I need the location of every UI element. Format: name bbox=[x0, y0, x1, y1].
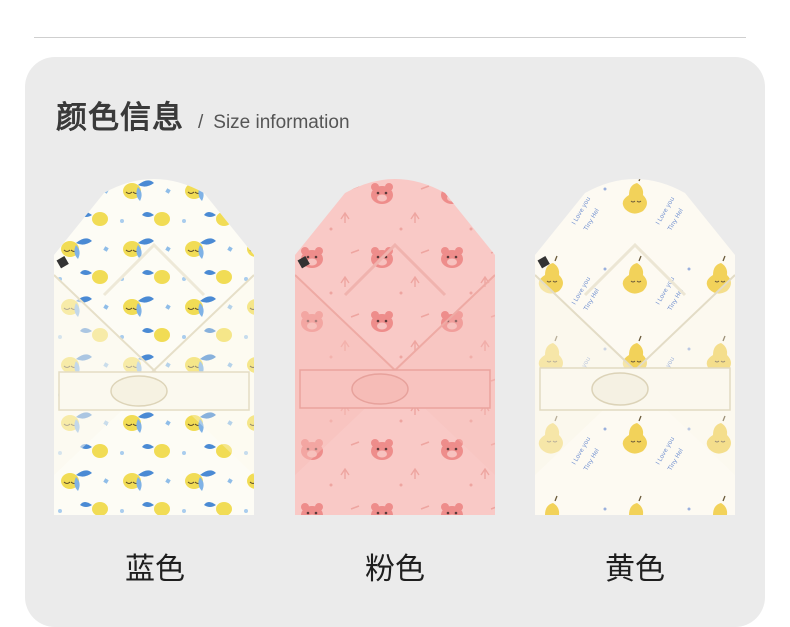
product-images: I Love you Tiny Hel bbox=[54, 179, 735, 515]
product-label-blue: 蓝色 bbox=[125, 552, 185, 587]
product-image-blue bbox=[54, 179, 254, 515]
product-label-yellow: 黄色 bbox=[605, 552, 665, 587]
product-image-yellow bbox=[535, 179, 735, 515]
product-label-pink: 粉色 bbox=[365, 552, 425, 587]
product-image-pink bbox=[295, 179, 495, 515]
